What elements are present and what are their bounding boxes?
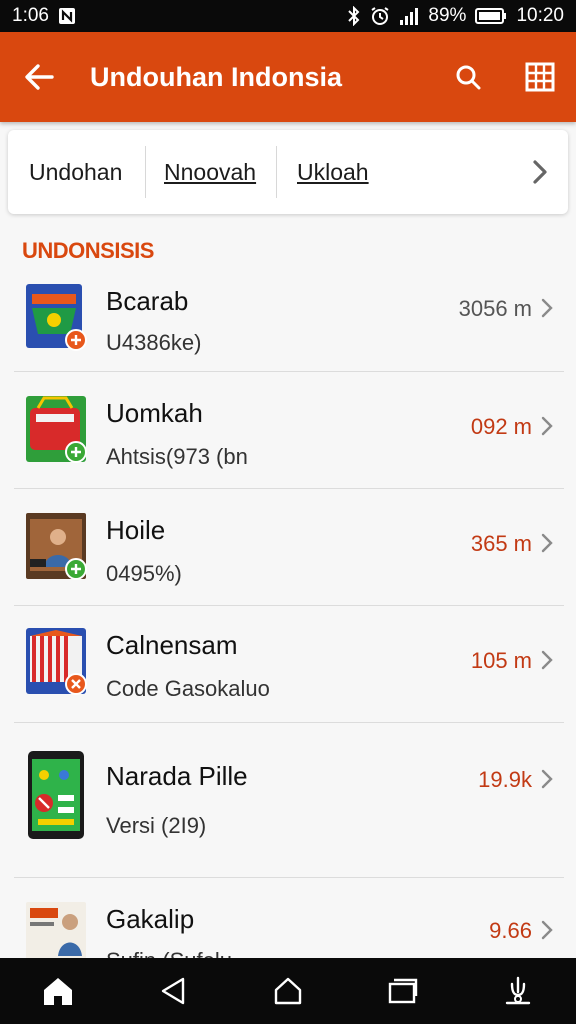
item-size: 9.66: [489, 918, 532, 943]
grid-menu-icon: [525, 62, 555, 92]
navigation-bar: [0, 958, 576, 1024]
item-size: 365 m: [470, 531, 532, 556]
list-item[interactable]: Uomkah Ahtsis(973 (bn 092 m: [14, 372, 564, 489]
status-time-left: 1:06: [12, 5, 49, 26]
red-box-icon: [24, 394, 88, 464]
back-button[interactable]: [0, 32, 78, 122]
section-header: UNDONSISIS: [22, 238, 154, 263]
chevron-right-icon: [541, 769, 553, 789]
list-item[interactable]: Bcarab U4386ke) 3056 m: [14, 272, 564, 372]
list-item[interactable]: Gakalip Sufin (Sufelu 9.66: [14, 878, 564, 958]
nav-home-button[interactable]: [28, 961, 88, 1021]
phone-app-icon: [24, 749, 88, 841]
item-title: Gakalip: [106, 904, 195, 934]
item-subtitle: U4386ke): [106, 330, 202, 355]
item-size: 3056 m: [458, 296, 532, 321]
chevron-right-icon: [541, 298, 553, 318]
item-subtitle: Versi (2I9): [106, 813, 207, 838]
alarm-icon: [370, 6, 390, 26]
signal-icon: [399, 7, 419, 25]
tab-nnoovah[interactable]: Nnoovah: [145, 146, 276, 198]
tab-next-button[interactable]: [476, 146, 568, 198]
menu-button[interactable]: [504, 32, 576, 122]
chevron-right-icon: [541, 416, 553, 436]
list-item[interactable]: Hoile 0495%) 365 m: [14, 489, 564, 606]
flag-card-icon: [24, 282, 88, 352]
status-bar: 1:06 89% 10:20: [0, 0, 576, 32]
tab-ukloah[interactable]: Ukloah: [276, 146, 476, 198]
item-title: Bcarab: [106, 286, 189, 316]
item-subtitle: Sufin (Sufelu: [106, 948, 232, 958]
item-size: 105 m: [470, 648, 532, 673]
page-title: Undouhan Indonsia: [90, 61, 342, 92]
notification-app-icon: [58, 7, 76, 25]
home-circle-icon: [274, 977, 302, 1005]
item-title: Hoile: [106, 515, 166, 545]
item-title: Narada Pille: [106, 761, 248, 791]
chevron-right-icon: [541, 920, 553, 940]
accessibility-icon: [506, 976, 531, 1005]
nav-recents-button[interactable]: [373, 961, 433, 1021]
item-size: 092 m: [470, 414, 532, 439]
search-button[interactable]: [432, 32, 504, 122]
nav-back-button[interactable]: [143, 961, 203, 1021]
item-subtitle: Code Gasokaluo: [106, 676, 270, 701]
item-size: 19.9k: [478, 767, 532, 792]
list-item[interactable]: Calnensam Code Gasokaluo 105 m: [14, 606, 564, 723]
tab-undohan[interactable]: Undohan: [8, 146, 145, 198]
poster-person-icon: [24, 900, 88, 958]
status-time-right: 10:20: [516, 5, 564, 26]
item-subtitle: 0495%): [106, 561, 182, 586]
back-triangle-icon: [161, 977, 184, 1005]
battery-icon: [475, 7, 507, 25]
search-icon: [456, 65, 481, 90]
striped-flag-icon: [24, 626, 88, 696]
item-subtitle: Ahtsis(973 (bn: [106, 444, 248, 469]
chevron-right-icon: [533, 160, 547, 184]
photo-person-icon: [24, 511, 88, 581]
battery-percent: 89%: [428, 5, 467, 26]
chevron-right-icon: [541, 650, 553, 670]
tab-bar: Undohan Nnoovah Ukloah: [8, 130, 568, 214]
back-arrow-icon: [25, 64, 54, 90]
app-bar: Undouhan Indonsia: [0, 32, 576, 122]
bluetooth-icon: [347, 6, 361, 26]
nav-overview-button[interactable]: [258, 961, 318, 1021]
list-item[interactable]: Narada Pille Versi (2I9) 19.9k: [14, 723, 564, 878]
nav-accessibility-button[interactable]: [488, 961, 548, 1021]
item-title: Uomkah: [106, 398, 203, 428]
item-title: Calnensam: [106, 630, 238, 660]
chevron-right-icon: [541, 533, 553, 553]
recents-icon: [388, 978, 418, 1004]
home-icon: [43, 978, 72, 1005]
